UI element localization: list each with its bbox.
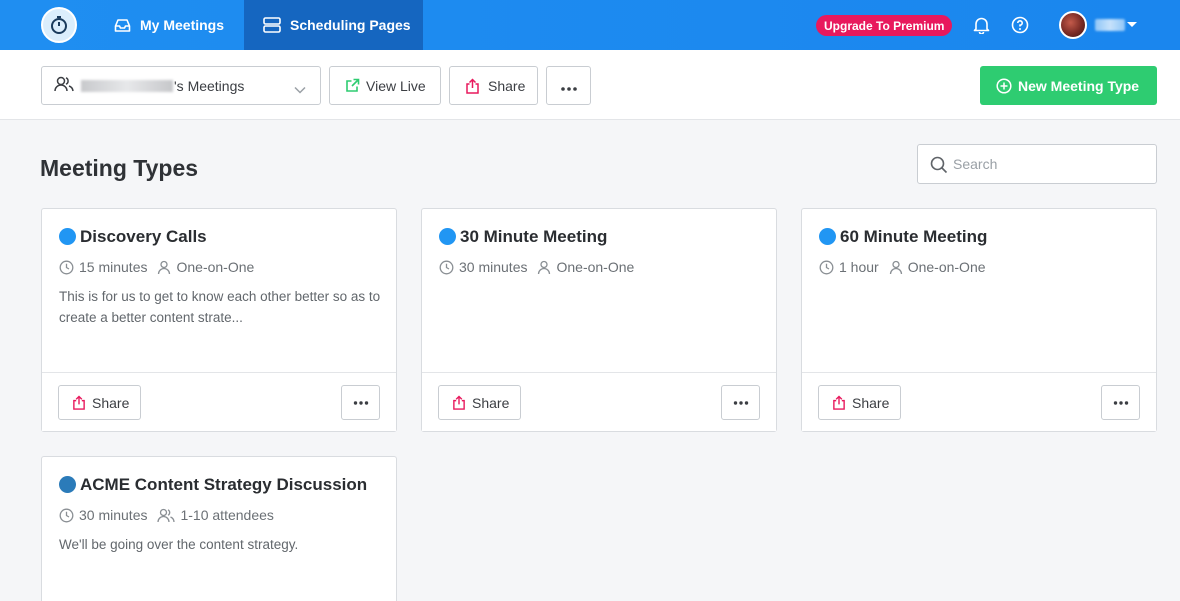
color-dot [439,228,456,245]
card-title[interactable]: Discovery Calls [80,227,207,247]
card-meta: 30 minutes 1-10 attendees [59,507,274,523]
card-meta: 15 minutes One-on-One [59,259,254,275]
card-footer: Share [422,372,776,431]
meeting-type-card[interactable]: ACME Content Strategy Discussion 30 minu… [41,456,397,601]
color-dot [59,476,76,493]
meeting-type-card[interactable]: 30 Minute Meeting 30 minutes One-on-One … [421,208,777,432]
share-button[interactable]: Share [449,66,538,105]
owner-select-label: 's Meetings [174,77,245,94]
ellipsis-icon [733,400,748,405]
toolbar: 's Meetings View Live Share New Meeting … [0,50,1180,120]
card-kind: 1-10 attendees [180,507,274,523]
card-meta: 30 minutes One-on-One [439,259,634,275]
chevron-down-icon [294,81,306,97]
color-dot [819,228,836,245]
users-icon [54,75,74,96]
nav-my-meetings-label: My Meetings [140,17,225,33]
owner-select[interactable]: 's Meetings [41,66,321,105]
view-live-button[interactable]: View Live [329,66,441,105]
card-body[interactable]: 60 Minute Meeting 1 hour One-on-One [802,209,1156,372]
share-label: Share [488,77,526,94]
search-box[interactable] [917,144,1157,184]
user-avatar[interactable] [1059,11,1087,39]
clock-icon [439,260,454,275]
page-title: Meeting Types [40,155,199,181]
meeting-type-card[interactable]: 60 Minute Meeting 1 hour One-on-One Shar… [801,208,1157,432]
person-icon [889,260,903,275]
external-link-icon [345,78,360,93]
server-icon [263,17,281,33]
card-duration: 30 minutes [459,259,528,275]
card-body[interactable]: 30 Minute Meeting 30 minutes One-on-One [422,209,776,372]
meeting-type-card[interactable]: Discovery Calls 15 minutes One-on-One Th… [41,208,397,432]
person-icon [537,260,551,275]
notifications-bell-icon[interactable] [973,16,990,39]
card-body[interactable]: ACME Content Strategy Discussion 30 minu… [42,457,396,601]
app-logo-icon[interactable] [41,7,77,43]
clock-icon [59,508,74,523]
top-nav: My Meetings Scheduling Pages Upgrade To … [0,0,1180,50]
card-share-button[interactable]: Share [818,385,901,420]
ellipsis-icon [353,400,368,405]
nav-scheduling-pages[interactable]: Scheduling Pages [244,0,423,50]
ellipsis-icon [1113,400,1128,405]
card-description: We'll be going over the content strategy… [59,537,299,552]
card-title[interactable]: 30 Minute Meeting [460,227,607,247]
card-share-button[interactable]: Share [58,385,141,420]
plus-circle-icon [996,77,1012,94]
share-upload-icon [452,395,466,410]
color-dot [59,228,76,245]
new-meeting-type-label: New Meeting Type [1018,77,1140,94]
upgrade-premium-button[interactable]: Upgrade To Premium [816,15,953,36]
person-icon [157,260,171,275]
more-options-button[interactable] [546,66,591,105]
search-icon [930,156,948,174]
card-share-button[interactable]: Share [438,385,521,420]
share-upload-icon [72,395,86,410]
card-duration: 15 minutes [79,259,148,275]
group-icon [157,508,176,523]
card-kind: One-on-One [556,259,635,275]
user-menu-caret-icon[interactable] [1127,22,1137,27]
search-input[interactable] [953,153,1143,175]
card-share-label: Share [852,394,890,411]
card-title[interactable]: 60 Minute Meeting [840,227,987,247]
nav-scheduling-pages-label: Scheduling Pages [290,17,411,33]
card-kind: One-on-One [907,259,986,275]
card-body[interactable]: Discovery Calls 15 minutes One-on-One Th… [42,209,396,372]
card-duration: 30 minutes [79,507,148,523]
card-duration: 1 hour [839,259,879,275]
card-footer: Share [42,372,396,431]
card-more-button[interactable] [721,385,760,420]
clock-icon [819,260,834,275]
card-share-label: Share [92,394,130,411]
nav-my-meetings[interactable]: My Meetings [114,0,224,50]
card-title[interactable]: ACME Content Strategy Discussion [80,475,367,495]
new-meeting-type-button[interactable]: New Meeting Type [980,66,1157,105]
card-kind: One-on-One [176,259,255,275]
share-upload-icon [832,395,846,410]
card-more-button[interactable] [341,385,380,420]
help-icon[interactable] [1011,16,1029,39]
card-more-button[interactable] [1101,385,1140,420]
share-upload-icon [465,77,480,94]
user-name-redacted[interactable] [1095,19,1125,31]
clock-icon [59,260,74,275]
card-footer: Share [802,372,1156,431]
ellipsis-icon [560,78,578,94]
owner-name-redacted [81,79,173,92]
card-share-label: Share [472,394,510,411]
card-description: This is for us to get to know each other… [59,289,381,325]
inbox-icon [114,18,131,33]
card-meta: 1 hour One-on-One [819,259,986,275]
view-live-label: View Live [366,77,426,94]
